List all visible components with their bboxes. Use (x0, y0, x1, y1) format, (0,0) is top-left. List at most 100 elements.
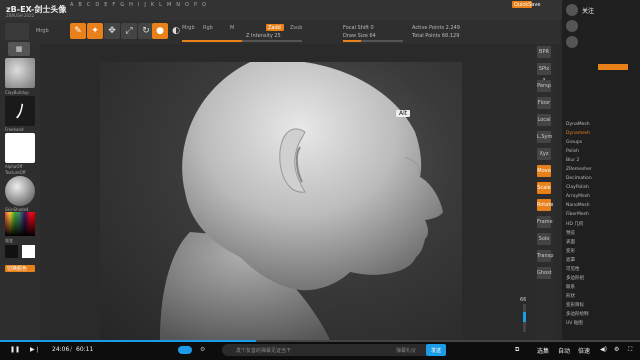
tray-item[interactable]: 联系 (566, 284, 575, 290)
tray-item[interactable]: 多边形绘制 (566, 311, 589, 317)
move-button[interactable]: ✥ (104, 23, 120, 39)
episodes-button[interactable]: 选集 (537, 346, 549, 355)
menu-item[interactable]: I (138, 2, 139, 8)
follow-button[interactable]: 关注 (582, 8, 594, 15)
tray-item[interactable]: DynaMesh (566, 122, 590, 127)
zsub-label[interactable]: Zsub (290, 25, 302, 31)
speed-button[interactable]: 倍速 (578, 346, 590, 355)
tray-item[interactable]: 表面 (566, 239, 575, 245)
shelf-button[interactable]: Scale (537, 182, 551, 194)
vertical-slider[interactable] (523, 304, 526, 332)
head-model (160, 62, 443, 340)
shelf-button[interactable]: Local (537, 114, 551, 126)
menu-item[interactable]: G (120, 2, 124, 8)
menu-item[interactable]: H (129, 2, 133, 8)
shelf-button[interactable]: Ghost (537, 267, 552, 279)
shelf-button[interactable]: Transp (537, 250, 553, 262)
fullscreen-icon[interactable]: ⛶ (628, 346, 632, 354)
tray-item[interactable]: 变形 (566, 248, 575, 254)
menu-item[interactable]: F (112, 2, 115, 8)
tray-item[interactable]: 变形目标 (566, 302, 584, 308)
tray-item[interactable]: ZRemesher (566, 167, 592, 172)
stroke-thumbnail[interactable]: ﾉ (5, 96, 35, 126)
texture-label[interactable]: TextureOff (5, 170, 26, 175)
tray-item[interactable]: Blur 2 (566, 158, 579, 163)
danmaku-toggle[interactable] (178, 346, 192, 354)
toolbar-field-0: Mrgb (36, 28, 49, 34)
avatar[interactable] (566, 4, 578, 16)
tray-item[interactable]: Decimation (566, 176, 592, 181)
danmaku-hint[interactable]: 弹幕礼仪 (396, 348, 416, 354)
play-icon[interactable]: ❚❚ (10, 346, 20, 353)
menu-item[interactable]: O (185, 2, 189, 8)
tray-item[interactable]: 多边形组 (566, 275, 584, 281)
menu-item[interactable]: N (176, 2, 180, 8)
quality-button[interactable]: 自动 (558, 346, 570, 355)
tray-item[interactable]: 可见性 (566, 266, 580, 272)
settings-icon[interactable]: ⚙ (614, 346, 619, 353)
tray-item[interactable]: FiberMesh (566, 212, 589, 217)
lightbox-button[interactable] (5, 23, 29, 40)
lightbox-icon[interactable]: ▦ (8, 42, 30, 56)
menu-item[interactable]: J (144, 2, 145, 8)
draw-size-slider[interactable] (343, 40, 403, 42)
tray-item[interactable]: 遮罩 (566, 257, 575, 263)
menu-item[interactable]: D (95, 2, 99, 8)
menu-item[interactable]: P (194, 2, 197, 8)
coin-icon[interactable] (566, 36, 578, 48)
m-label[interactable]: M (230, 25, 234, 31)
material-thumbnail[interactable] (5, 176, 35, 206)
alpha-thumbnail[interactable] (5, 133, 35, 163)
secondary-color-swatch[interactable] (5, 245, 18, 258)
tray-item[interactable]: 形状 (566, 293, 575, 299)
menu-item[interactable]: K (151, 2, 154, 8)
shelf-button[interactable]: BPR (537, 46, 551, 58)
total-points: Total Points 68.129 (412, 33, 460, 39)
tray-item[interactable]: ArrayMesh (566, 194, 590, 199)
shelf-button[interactable]: Persp (537, 80, 551, 92)
shelf-button[interactable]: Move (537, 165, 551, 177)
shelf-button[interactable]: Floor (537, 97, 551, 109)
edit-button[interactable]: ✎ (70, 23, 86, 39)
shelf-button[interactable]: Rotate (537, 199, 553, 211)
shelf-button[interactable]: Frame (537, 216, 553, 228)
tray-item[interactable]: Groups (566, 140, 582, 145)
sculpt-button[interactable]: ● (152, 23, 168, 39)
danmaku-settings-icon[interactable]: ⚙ (200, 346, 205, 353)
tray-item[interactable]: ClayPolish (566, 185, 589, 190)
menu-item[interactable]: M (167, 2, 171, 8)
shelf-button[interactable]: SPix 3 (537, 63, 551, 84)
z-intensity-slider[interactable] (182, 40, 302, 42)
scale-button[interactable]: ⤢ (121, 23, 137, 39)
menu-item[interactable]: C (87, 2, 91, 8)
tray-item[interactable]: Polish (566, 149, 579, 154)
pip-icon[interactable]: ⧉ (515, 346, 519, 354)
tray-item[interactable]: Dynamesh (566, 131, 590, 136)
menu-bar: ABCDEFGHIJKLMNOPQ (70, 2, 206, 8)
brush-thumbnail[interactable] (5, 58, 35, 88)
menu-item[interactable]: E (104, 2, 107, 8)
mrgb-label[interactable]: Mrgb (182, 25, 195, 31)
danmaku-placeholder: 发个友善的弹幕见证当下 (236, 348, 292, 354)
menu-item[interactable]: L (159, 2, 162, 8)
rgb-label[interactable]: Rgb (203, 25, 213, 31)
draw-size-label: Draw Size 64 (343, 33, 376, 39)
menu-item[interactable]: A (70, 2, 73, 8)
menu-item[interactable]: Q (202, 2, 206, 8)
draw-button[interactable]: ✦ (87, 23, 103, 39)
tray-item[interactable]: UV 贴图 (566, 320, 583, 326)
volume-icon[interactable]: ◀) (600, 346, 607, 353)
shelf-button[interactable]: Xyz (537, 148, 551, 160)
next-icon[interactable]: ▶❘ (30, 346, 40, 353)
shelf-button[interactable]: Solo (537, 233, 551, 245)
tray-item[interactable]: 预览 (566, 230, 575, 236)
canvas-viewport[interactable] (100, 62, 462, 340)
tray-highlight[interactable] (598, 64, 628, 70)
send-label: 发送 (431, 348, 442, 354)
like-icon[interactable] (566, 20, 578, 32)
tray-item[interactable]: NanoMesh (566, 203, 590, 208)
menu-item[interactable]: B (78, 2, 81, 8)
shelf-button[interactable]: L.Sym (537, 131, 552, 143)
tray-item[interactable]: HD 几何 (566, 221, 583, 227)
main-color-swatch[interactable] (22, 245, 35, 258)
